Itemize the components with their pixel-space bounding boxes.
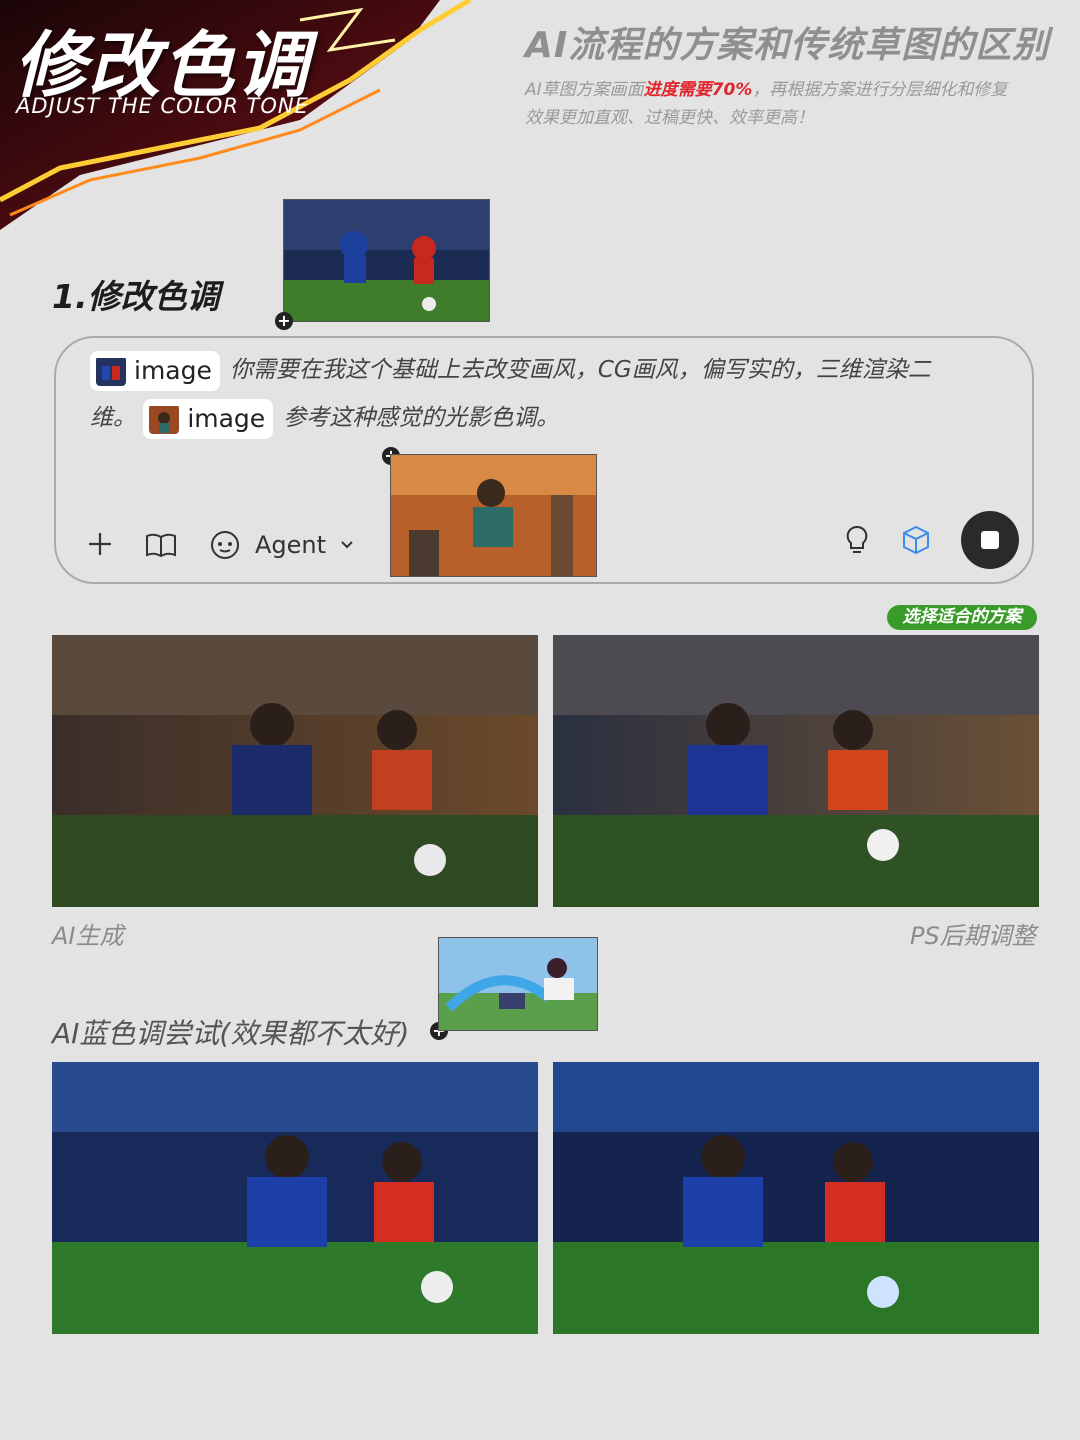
prompt-text-2-post: 参考这种感觉的光影色调。	[283, 405, 560, 431]
ai-blue-tone-image-1[interactable]	[52, 1062, 538, 1334]
recommended-badge: 选择适合的方案	[887, 605, 1037, 630]
idea-button[interactable]	[845, 525, 869, 561]
page-subtitle: ADJUST THE COLOR TONE	[16, 94, 309, 118]
plus-icon	[89, 533, 111, 555]
ps-adjusted-image[interactable]	[553, 635, 1039, 907]
agent-selector[interactable]: Agent	[209, 529, 354, 561]
book-icon	[146, 533, 176, 558]
ai-generated-image[interactable]	[52, 635, 538, 907]
image-thumbnail-icon	[96, 356, 126, 386]
header-description: AI流程的方案和传统草图的区别 AI草图方案画面进度需要70%，再根据方案进行分…	[525, 16, 1070, 132]
image-thumbnail-icon	[149, 404, 180, 434]
description-line-2: 效果更加直观、过稿更快、效率更高！	[525, 108, 814, 128]
prompt-line-1: image 你需要在我这个基础上去改变画风，CG画风，偏写实的，三维渲染二	[90, 346, 990, 394]
image-chip[interactable]: image	[143, 398, 274, 439]
lightbulb-icon	[846, 525, 868, 553]
image-chip[interactable]: image	[90, 350, 220, 391]
agent-icon	[211, 531, 239, 559]
section-title-2: AI蓝色调尝试(效果都不太好)	[52, 1017, 410, 1050]
add-button[interactable]	[87, 531, 113, 557]
caption-ai-generated: AI生成	[52, 922, 124, 950]
cube-icon	[903, 525, 929, 555]
reference-thumbnail-soccer[interactable]	[283, 199, 490, 322]
chevron-down-icon	[341, 541, 353, 549]
section-title-1: 1.修改色调	[52, 277, 220, 316]
caption-ps-adjusted: PS后期调整	[910, 922, 1036, 950]
prompt-line-2: 维。 image 参考这种感觉的光影色调。	[90, 394, 990, 442]
ai-blue-tone-image-2[interactable]	[553, 1062, 1039, 1334]
image-chip-label: image	[134, 355, 212, 385]
desc-text: AI草图方案画面	[525, 80, 644, 100]
comparison-title: AI流程的方案和传统草图的区别	[525, 25, 1050, 66]
knowledge-button[interactable]	[145, 532, 177, 558]
stop-button[interactable]	[961, 511, 1019, 569]
add-reference-icon[interactable]: +	[275, 312, 293, 330]
description-line-1: AI草图方案画面进度需要70%，再根据方案进行分层细化和修复	[525, 76, 1070, 104]
style-reference-thumbnail[interactable]	[390, 454, 597, 577]
prompt-text-2-pre: 维。	[90, 405, 136, 431]
prompt-text-1: 你需要在我这个基础上去改变画风，CG画风，偏写实的，三维渲染二	[229, 357, 931, 383]
progress-highlight: 进度需要70%	[643, 80, 753, 100]
image-chip-label: image	[187, 403, 266, 433]
prompt-text[interactable]: image 你需要在我这个基础上去改变画风，CG画风，偏写实的，三维渲染二 维。 …	[90, 346, 990, 442]
stop-icon	[981, 531, 999, 549]
agent-label: Agent	[255, 531, 327, 559]
3d-mode-button[interactable]	[901, 525, 931, 559]
anime-reference-thumbnail[interactable]	[438, 937, 598, 1031]
desc-text: ，再根据方案进行分层细化和修复	[752, 80, 1008, 100]
